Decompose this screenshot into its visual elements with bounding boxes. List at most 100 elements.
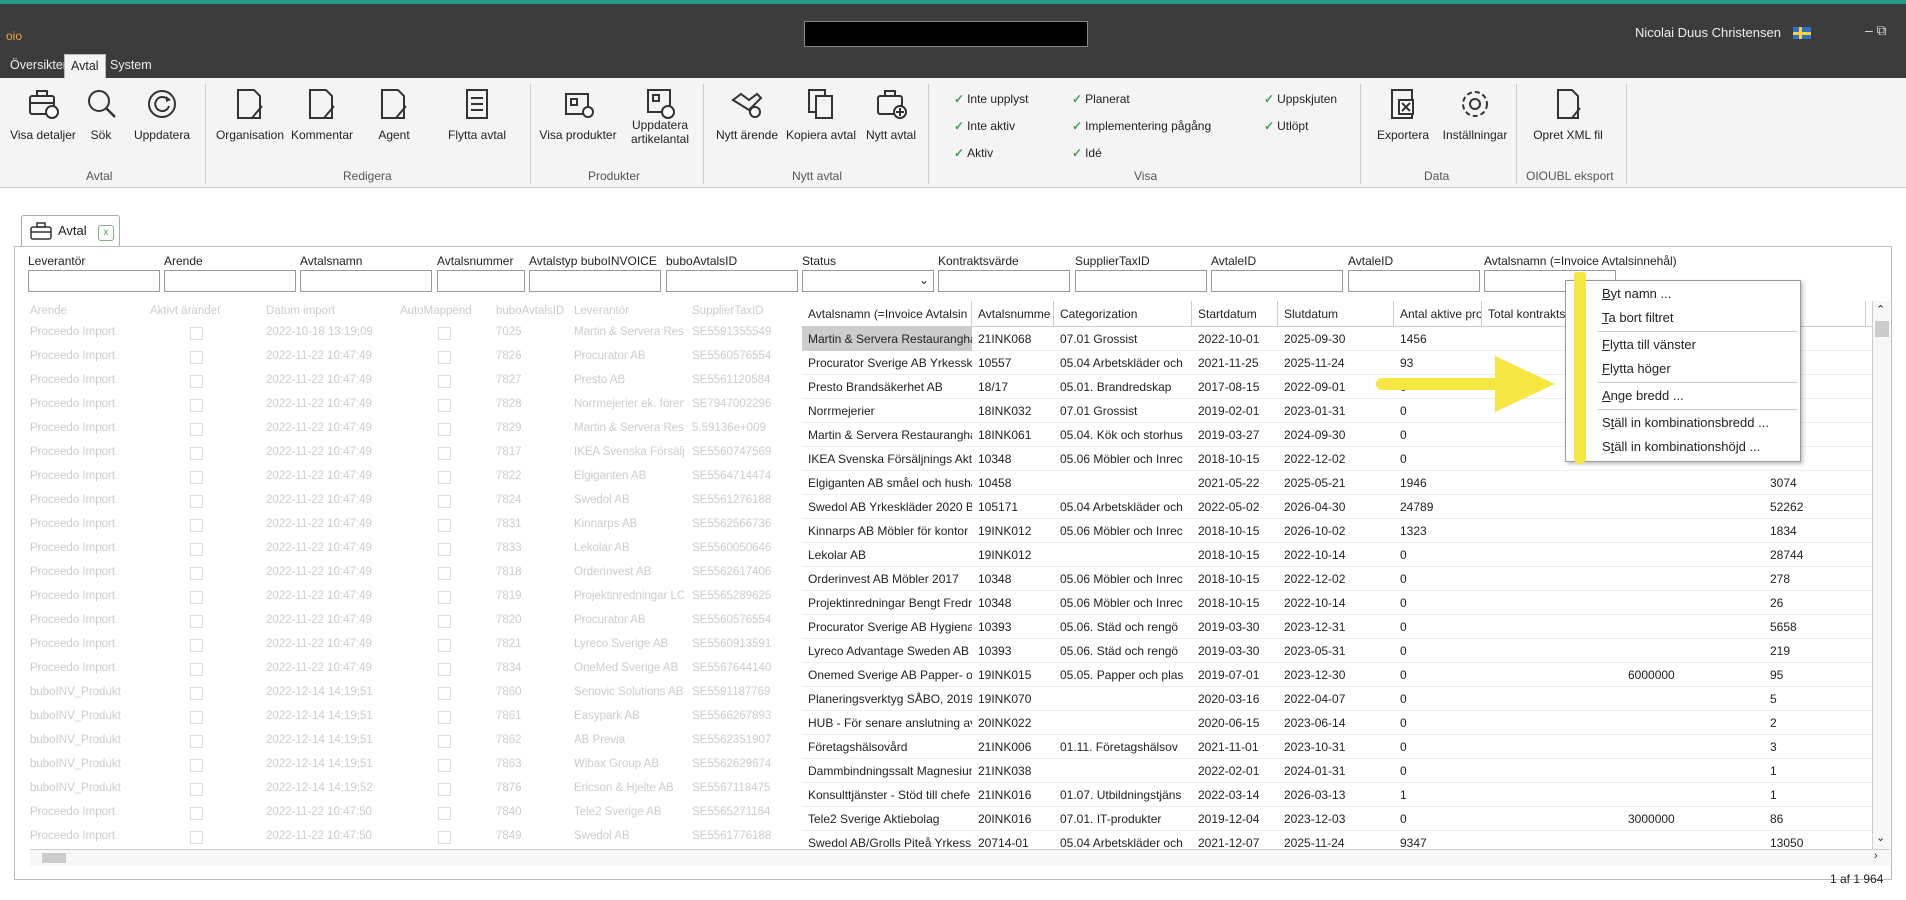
menu-item-combo-width[interactable]: Ställ in kombinationsbredd ... <box>1602 415 1769 430</box>
table-row[interactable]: Kinnarps AB Möbler för kontor o 19INK012 0… <box>802 519 1872 543</box>
table-row[interactable]: Swedol AB/Grolls Piteå Yrkesskl 20714-01 0… <box>802 831 1872 849</box>
faded-row: buboINV_Produkt 2022-12-14 14:19:51 7863 Wi… <box>30 754 800 778</box>
filter-inte-aktiv[interactable]: ✓ Inte aktiv <box>954 119 1015 133</box>
flytta-avtal-button[interactable]: Flytta avtal <box>444 86 510 142</box>
uppdatera-button[interactable]: Uppdatera <box>128 86 196 142</box>
table-cell: 0 <box>1400 764 1407 778</box>
swedish-flag-icon[interactable] <box>1793 27 1811 39</box>
nytt-arende-button[interactable]: Nytt ärende <box>710 86 784 142</box>
table-row[interactable]: Konsulttjänster - Stöd till chefe 21INK01… <box>802 783 1872 807</box>
filter-planerat[interactable]: ✓ Planerat <box>1072 92 1130 106</box>
faded-header: buboAvtalsID <box>496 305 565 317</box>
table-cell: 1 <box>1770 764 1777 778</box>
organisation-button[interactable]: Organisation <box>212 86 288 142</box>
table-cell: 05.04 Arbetskläder och <box>1060 356 1183 370</box>
table-row[interactable]: Elgiganten AB småel och hushåll 10458 2021… <box>802 471 1872 495</box>
table-row[interactable]: Lekolar AB 19INK012 2018-10-15 2022-10-14 0 2… <box>802 543 1872 567</box>
menu-item-combo-height[interactable]: Ställ in kombinationshöjd ... <box>1602 439 1760 454</box>
scroll-down-icon[interactable]: ⌄ <box>1876 831 1885 844</box>
check-icon: ✓ <box>1072 119 1083 133</box>
kommentar-button[interactable]: Kommentar <box>288 86 356 142</box>
table-row[interactable]: Procurator Sverige AB Hygiena 10393 05.06.… <box>802 615 1872 639</box>
table-row[interactable]: Lyreco Advantage Sweden AB 10393 05.06. St… <box>802 639 1872 663</box>
table-row[interactable]: Planeringsverktyg SÅBO, 2019 19INK070 2020… <box>802 687 1872 711</box>
filter-arende-input[interactable] <box>164 270 296 292</box>
vertical-scrollbar[interactable]: ⌃ ⌄ <box>1872 301 1890 849</box>
filter-inte-upplyst[interactable]: ✓ Inte upplyst <box>954 92 1028 106</box>
filter-buboavtalsid-input[interactable] <box>666 270 798 292</box>
table-row[interactable]: HUB - För senare anslutning av 20INK022 20… <box>802 711 1872 735</box>
faded-cell: 2022-11-22 10:47:49 <box>266 518 372 530</box>
table-cell: 2023-05-31 <box>1284 644 1346 658</box>
faded-cell: Elgiganten AB <box>574 470 647 482</box>
tab-avtal[interactable]: Avtal <box>64 54 106 78</box>
table-cell: 19INK012 <box>978 524 1032 538</box>
user-name[interactable]: Nicolai Duus Christensen <box>1635 25 1781 40</box>
table-row[interactable]: Orderinvest AB Möbler 2017 10348 05.06 Möb… <box>802 567 1872 591</box>
filter-label-avtaleid-2: AvtaleID <box>1348 254 1394 268</box>
faded-cell: 7862 <box>496 734 522 746</box>
visa-produkter-button[interactable]: Visa produkter <box>536 86 620 142</box>
opret-xml-button[interactable]: Opret XML fil <box>1528 86 1608 142</box>
flytta-avtal-label: Flytta avtal <box>447 128 507 142</box>
faded-cell: SE5561120584 <box>692 374 771 386</box>
table-row[interactable]: Projektinredningar Bengt Fredr 10348 05.06… <box>802 591 1872 615</box>
menu-item-set-width[interactable]: Ange bredd ... <box>1602 388 1684 403</box>
filter-avtalsnummer-input[interactable] <box>437 270 525 292</box>
column-header[interactable]: Startdatum <box>1192 301 1278 327</box>
table-row[interactable]: Onemed Sverige AB Papper- oc 19INK015 05.0… <box>802 663 1872 687</box>
filter-status-select[interactable]: ⌄ <box>802 270 934 292</box>
table-cell: 86 <box>1770 812 1784 826</box>
tab-oversikter[interactable]: Översikter <box>4 54 73 78</box>
hscroll-thumb[interactable] <box>42 853 66 863</box>
nytt-avtal-button[interactable]: Nytt avtal <box>862 86 920 142</box>
faded-cell: 2022-11-22 10:47:49 <box>266 614 372 626</box>
visa-detaljer-button[interactable]: Visa detaljer <box>4 86 82 142</box>
filter-implementering[interactable]: ✓ Implementering pågång <box>1072 119 1211 133</box>
faded-checkbox <box>190 519 203 532</box>
exportera-button[interactable]: Exportera <box>1372 86 1434 142</box>
filter-avtalsnamn-input[interactable] <box>300 270 432 292</box>
filter-aktiv[interactable]: ✓ Aktiv <box>954 146 993 160</box>
window-controls[interactable]: – ⧉ <box>1865 22 1887 39</box>
close-tab-icon[interactable]: x <box>98 225 114 241</box>
menu-item-rename[interactable]: Byt namn ... <box>1602 286 1671 301</box>
table-cell <box>1482 735 1622 759</box>
column-header[interactable]: Avtalsnumme <box>972 301 1054 327</box>
filter-kontraktsvarde-input[interactable] <box>938 270 1070 292</box>
uppdatera-artikelantal-button[interactable]: Uppdatera artikelantal <box>624 86 696 146</box>
scroll-thumb[interactable] <box>1875 321 1889 337</box>
kopiera-avtal-button[interactable]: Kopiera avtal <box>784 86 858 142</box>
table-row[interactable]: Företagshälsovård 21INK006 01.11. Företags… <box>802 735 1872 759</box>
filter-avtalstyp-input[interactable] <box>529 270 661 292</box>
document-tab-avtal[interactable]: Avtal x <box>21 215 120 247</box>
tab-system[interactable]: System <box>104 54 158 78</box>
installningar-button[interactable]: Inställningar <box>1438 86 1512 142</box>
agent-button[interactable]: Agent <box>372 86 416 142</box>
filter-avtaleid-input[interactable] <box>1211 270 1343 292</box>
filter-utlopt[interactable]: ✓ Utlöpt <box>1264 119 1308 133</box>
scroll-right-icon[interactable]: › <box>1874 850 1878 862</box>
menu-item-remove-filter[interactable]: Ta bort filtret <box>1602 310 1674 325</box>
filter-leverantor-input[interactable] <box>28 270 160 292</box>
faded-cell: SE5562566736 <box>692 518 772 530</box>
faded-cell: Proceedo Import <box>30 422 116 434</box>
filter-uppskjuten[interactable]: ✓ Uppskjuten <box>1264 92 1337 106</box>
table-cell: Företagshälsovård <box>808 740 908 754</box>
table-cell <box>1054 711 1192 735</box>
horizontal-scrollbar[interactable]: › <box>30 849 1890 866</box>
menu-item-move-left[interactable]: Flytta till vänster <box>1602 337 1696 352</box>
filter-suppliertaxid-input[interactable] <box>1075 270 1207 292</box>
column-header[interactable]: Avtalsnamn (=Invoice Avtalsin <box>802 301 972 327</box>
document-edit-icon <box>309 89 335 119</box>
filter-ide[interactable]: ✓ Idé <box>1072 146 1102 160</box>
table-row[interactable]: Swedol AB Yrkeskläder 2020 B 105171 05.04 … <box>802 495 1872 519</box>
sok-button[interactable]: Sök <box>84 86 118 142</box>
table-row[interactable]: Tele2 Sverige Aktiebolag 20INK016 07.01. I… <box>802 807 1872 831</box>
menu-item-move-right[interactable]: Flytta höger <box>1602 361 1671 376</box>
table-row[interactable]: Dammbindningssalt Magnesium 21INK038 2022-… <box>802 759 1872 783</box>
column-header[interactable]: Categorization <box>1054 301 1192 327</box>
scroll-up-icon[interactable]: ⌃ <box>1876 303 1885 316</box>
faded-row: Proceedo Import 2022-11-22 10:47:49 7828 No… <box>30 394 800 418</box>
table-cell: 20714-01 <box>978 836 1029 849</box>
